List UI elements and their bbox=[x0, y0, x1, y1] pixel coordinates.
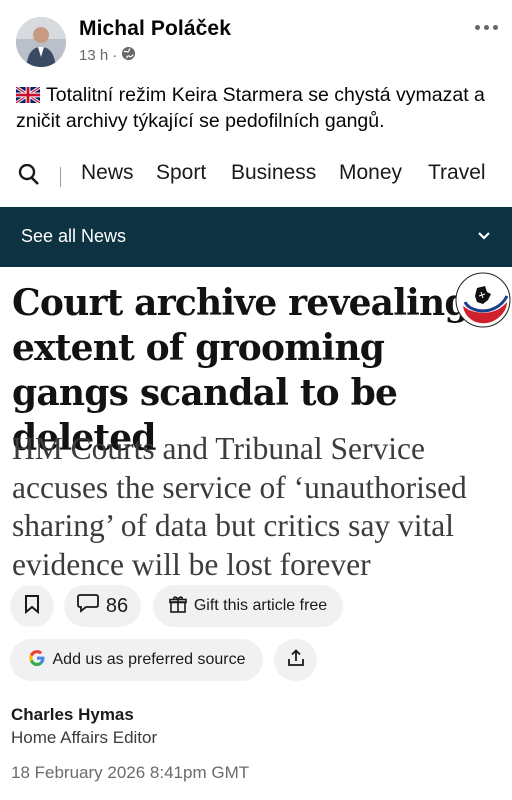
author-role: Home Affairs Editor bbox=[11, 728, 158, 747]
publish-date: 18 February 2026 8:41pm GMT bbox=[11, 763, 250, 782]
search-icon[interactable] bbox=[18, 163, 40, 191]
meta-separator: · bbox=[112, 47, 118, 64]
more-options-icon[interactable] bbox=[470, 17, 502, 37]
article-standfirst: HM Courts and Tribunal Service accuses t… bbox=[12, 431, 467, 582]
globe-icon bbox=[121, 46, 136, 65]
nav-travel[interactable]: Travel bbox=[428, 161, 512, 185]
post-text: Totalitní režim Keira Starmera se chystá… bbox=[15, 82, 486, 134]
chevron-down-icon[interactable] bbox=[476, 228, 492, 246]
uk-flag-icon bbox=[15, 84, 41, 105]
comments-button[interactable]: 86 bbox=[64, 585, 141, 627]
nav-sport[interactable]: Sport bbox=[156, 161, 206, 185]
share-icon bbox=[287, 648, 305, 672]
bookmark-button[interactable] bbox=[10, 585, 54, 627]
google-label: Add us as preferred source bbox=[52, 651, 246, 668]
post-author[interactable]: Michal Poláček bbox=[79, 17, 231, 41]
see-all-label[interactable]: See all News bbox=[21, 226, 126, 247]
add-preferred-source-button[interactable]: Add us as preferred source bbox=[10, 639, 263, 681]
nav-business[interactable]: Business bbox=[231, 161, 316, 185]
avatar[interactable] bbox=[16, 17, 66, 67]
nav-divider bbox=[60, 167, 61, 187]
gift-icon bbox=[169, 595, 187, 618]
comment-count: 86 bbox=[105, 594, 129, 617]
post-time[interactable]: 13 h bbox=[79, 47, 108, 64]
post-meta: 13 h · bbox=[79, 46, 136, 65]
google-icon bbox=[28, 649, 46, 672]
comment-icon bbox=[76, 593, 99, 619]
gift-article-button[interactable]: Gift this article free bbox=[153, 585, 343, 627]
post-body: Totalitní režim Keira Starmera se chystá… bbox=[16, 84, 485, 132]
nav-money[interactable]: Money bbox=[339, 161, 402, 185]
bookmark-icon bbox=[24, 594, 40, 619]
cesky-list-logo bbox=[455, 272, 511, 328]
share-button[interactable] bbox=[274, 639, 317, 681]
nav-news[interactable]: News bbox=[81, 161, 134, 185]
author-name[interactable]: Charles Hymas bbox=[11, 705, 134, 725]
gift-label: Gift this article free bbox=[193, 597, 328, 614]
